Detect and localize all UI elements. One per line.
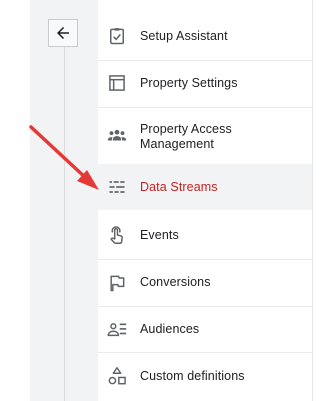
admin-navigation-panel: Setup Assistant Property Settings Proper…: [0, 0, 335, 401]
annotation-arrow-icon: [29, 125, 99, 190]
